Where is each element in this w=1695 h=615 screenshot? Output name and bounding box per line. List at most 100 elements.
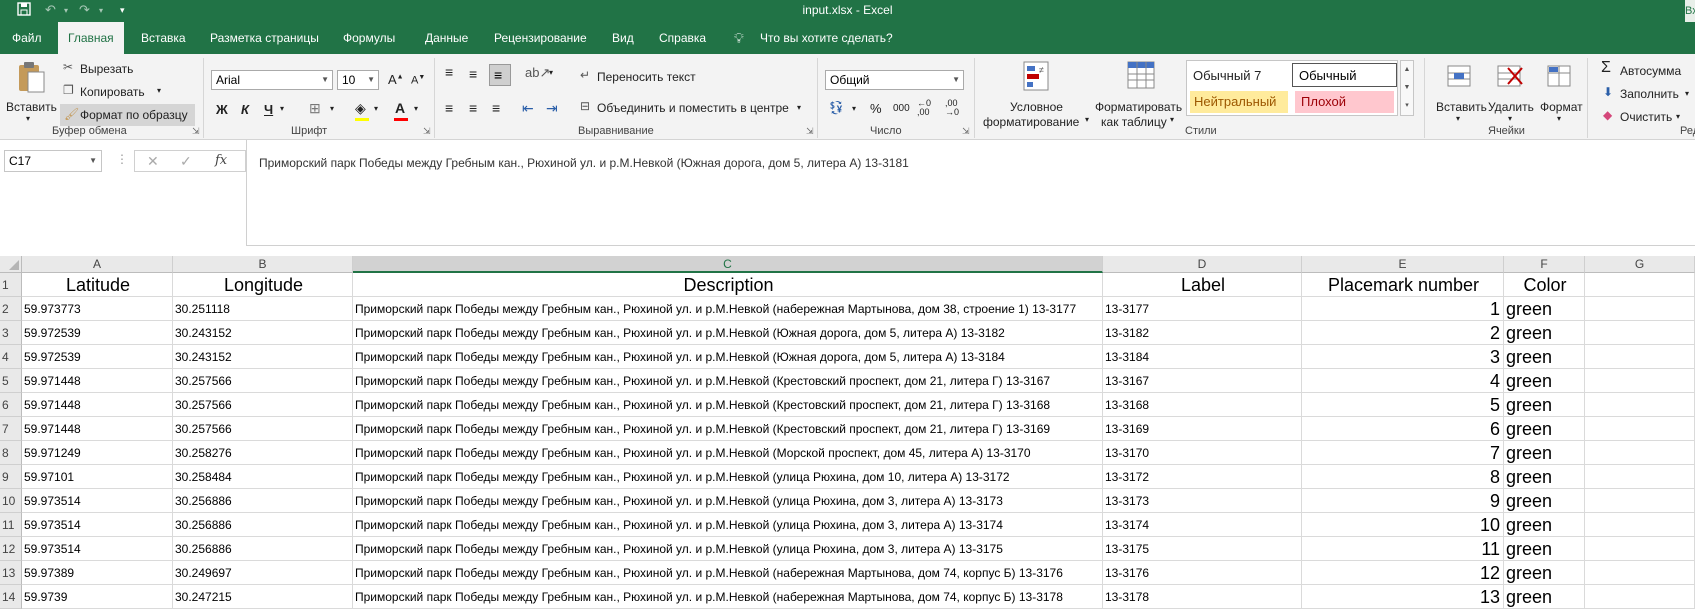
cell-b7[interactable]: 30.257566 — [173, 417, 353, 441]
sign-in-button[interactable]: Вх — [1685, 0, 1695, 22]
cell-d8[interactable]: 13-3170 — [1103, 441, 1302, 465]
cell-f5[interactable]: green — [1504, 369, 1585, 393]
cell-a5[interactable]: 59.971448 — [22, 369, 173, 393]
cell-g11[interactable] — [1585, 513, 1695, 537]
align-top-icon[interactable]: ≡ — [445, 64, 453, 80]
tab-view[interactable]: Вид — [612, 22, 634, 54]
tab-insert[interactable]: Вставка — [141, 22, 186, 54]
cut-button[interactable]: Вырезать — [80, 62, 133, 76]
grow-font-icon[interactable]: A▲ — [388, 72, 404, 87]
cell-f2[interactable]: green — [1504, 297, 1585, 321]
cell-d11[interactable]: 13-3174 — [1103, 513, 1302, 537]
cell-d7[interactable]: 13-3169 — [1103, 417, 1302, 441]
tab-review[interactable]: Рецензирование — [494, 22, 587, 54]
conditional-formatting-label-1[interactable]: Условное — [1010, 100, 1063, 114]
cell-b5[interactable]: 30.257566 — [173, 369, 353, 393]
tab-file[interactable]: Файл — [12, 22, 42, 54]
fill-dropdown-icon[interactable]: ▾ — [1685, 89, 1689, 98]
cell-f6[interactable]: green — [1504, 393, 1585, 417]
insert-function-icon[interactable]: fx — [215, 153, 227, 168]
cell-g13[interactable] — [1585, 561, 1695, 585]
cell-e10[interactable]: 9 — [1302, 489, 1504, 513]
cell-b12[interactable]: 30.256886 — [173, 537, 353, 561]
cell-f4[interactable]: green — [1504, 345, 1585, 369]
fill-button[interactable]: Заполнить — [1620, 87, 1679, 101]
cell-f3[interactable]: green — [1504, 321, 1585, 345]
font-color-dropdown-icon[interactable]: ▾ — [414, 104, 418, 113]
number-launcher-icon[interactable]: ⇲ — [962, 126, 970, 137]
clear-button[interactable]: Очистить — [1620, 110, 1672, 124]
copy-button[interactable]: Копировать — [80, 85, 145, 99]
name-box[interactable]: C17 ▼ — [4, 150, 102, 172]
format-as-table-dropdown-icon[interactable]: ▾ — [1170, 115, 1174, 124]
format-cells-button[interactable]: Формат — [1540, 100, 1583, 114]
cell-g3[interactable] — [1585, 321, 1695, 345]
cell-e7[interactable]: 6 — [1302, 417, 1504, 441]
cell-f12[interactable]: green — [1504, 537, 1585, 561]
cell-d2[interactable]: 13-3177 — [1103, 297, 1302, 321]
row-header-12[interactable]: 12 — [0, 537, 22, 561]
cell-c2[interactable]: Приморский парк Победы между Гребным кан… — [353, 297, 1103, 321]
header-cell-d[interactable]: Label — [1103, 273, 1302, 297]
cell-c3[interactable]: Приморский парк Победы между Гребным кан… — [353, 321, 1103, 345]
cell-c12[interactable]: Приморский парк Победы между Гребным кан… — [353, 537, 1103, 561]
row-header-11[interactable]: 11 — [0, 513, 22, 537]
delete-cells-button[interactable]: Удалить — [1488, 100, 1534, 114]
cell-b9[interactable]: 30.258484 — [173, 465, 353, 489]
cell-g7[interactable] — [1585, 417, 1695, 441]
cell-f9[interactable]: green — [1504, 465, 1585, 489]
insert-cells-button[interactable]: Вставить — [1436, 100, 1487, 114]
font-size-select[interactable]: 10 ▼ — [337, 70, 379, 90]
styles-gallery-scroller[interactable]: ▲ ▼ ▾ — [1400, 60, 1414, 116]
italic-button[interactable]: К — [241, 102, 249, 117]
format-dropdown-icon[interactable]: ▾ — [1557, 114, 1561, 123]
cell-g4[interactable] — [1585, 345, 1695, 369]
cell-d12[interactable]: 13-3175 — [1103, 537, 1302, 561]
underline-button[interactable]: Ч — [264, 102, 273, 117]
copy-dropdown-icon[interactable]: ▾ — [157, 86, 161, 95]
cell-f8[interactable]: green — [1504, 441, 1585, 465]
align-left-icon[interactable]: ≡ — [445, 100, 453, 116]
row-header-3[interactable]: 3 — [0, 321, 22, 345]
cell-c5[interactable]: Приморский парк Победы между Гребным кан… — [353, 369, 1103, 393]
style-normal-7[interactable]: Обычный 7 — [1193, 68, 1261, 83]
row-header-4[interactable]: 4 — [0, 345, 22, 369]
increase-decimal-icon[interactable]: ←0,00 — [917, 99, 931, 117]
cell-f10[interactable]: green — [1504, 489, 1585, 513]
cell-f13[interactable]: green — [1504, 561, 1585, 585]
row-header-6[interactable]: 6 — [0, 393, 22, 417]
cell-c14[interactable]: Приморский парк Победы между Гребным кан… — [353, 585, 1103, 609]
tell-me-search[interactable]: Что вы хотите сделать? — [760, 22, 893, 54]
cell-a7[interactable]: 59.971448 — [22, 417, 173, 441]
cell-d10[interactable]: 13-3173 — [1103, 489, 1302, 513]
autosum-button[interactable]: Автосумма — [1620, 64, 1681, 78]
align-right-icon[interactable]: ≡ — [492, 100, 500, 116]
row-header-7[interactable]: 7 — [0, 417, 22, 441]
cell-a6[interactable]: 59.971448 — [22, 393, 173, 417]
cell-d4[interactable]: 13-3184 — [1103, 345, 1302, 369]
row-header-5[interactable]: 5 — [0, 369, 22, 393]
column-header-d[interactable]: D — [1103, 256, 1302, 273]
cell-d6[interactable]: 13-3168 — [1103, 393, 1302, 417]
cell-g5[interactable] — [1585, 369, 1695, 393]
bold-button[interactable]: Ж — [216, 102, 228, 117]
cell-d13[interactable]: 13-3176 — [1103, 561, 1302, 585]
cell-e13[interactable]: 12 — [1302, 561, 1504, 585]
borders-dropdown-icon[interactable]: ▾ — [330, 104, 334, 113]
column-header-f[interactable]: F — [1504, 256, 1585, 273]
cell-a8[interactable]: 59.971249 — [22, 441, 173, 465]
cell-e6[interactable]: 5 — [1302, 393, 1504, 417]
cell-e14[interactable]: 13 — [1302, 585, 1504, 609]
fill-color-dropdown-icon[interactable]: ▾ — [374, 104, 378, 113]
row-header-1[interactable]: 1 — [0, 273, 22, 297]
format-as-table-label-1[interactable]: Форматировать — [1095, 100, 1182, 114]
cell-a12[interactable]: 59.973514 — [22, 537, 173, 561]
cell-e11[interactable]: 10 — [1302, 513, 1504, 537]
font-name-select[interactable]: Arial ▼ — [211, 70, 333, 90]
paste-button[interactable]: Вставить — [6, 100, 57, 114]
cell-c6[interactable]: Приморский парк Победы между Гребным кан… — [353, 393, 1103, 417]
style-bad[interactable]: Плохой — [1295, 91, 1394, 113]
enter-icon[interactable]: ✓ — [180, 153, 192, 170]
orientation-icon[interactable]: ab↗ — [525, 65, 550, 81]
tab-home[interactable]: Главная — [58, 22, 124, 54]
